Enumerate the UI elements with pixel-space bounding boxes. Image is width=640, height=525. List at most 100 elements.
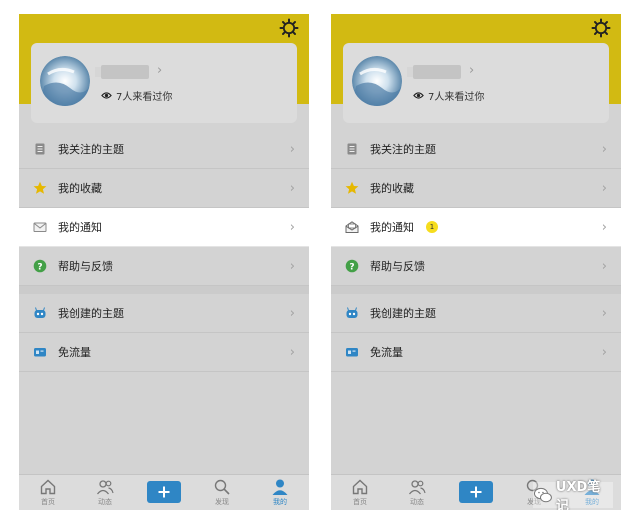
menu-item-followed-topics[interactable]: 我关注的主题 ›: [331, 130, 621, 169]
eye-icon: [101, 91, 112, 99]
create-post-button[interactable]: [459, 481, 493, 503]
sim-card-icon: [33, 345, 47, 359]
tab-home[interactable]: 首页: [28, 478, 68, 510]
star-icon: [33, 181, 47, 195]
tab-label: 首页: [41, 498, 55, 506]
people-icon: [96, 480, 114, 495]
bottom-tab-bar: 首页 动态 发现 我的: [19, 474, 309, 510]
watermark: UXD笔记: [533, 480, 613, 510]
chevron-right-icon: ›: [289, 220, 295, 235]
menu-item-favorites[interactable]: 我的收藏 ›: [331, 169, 621, 208]
menu-divider: [331, 286, 621, 294]
menu-item-label: 我创建的主题: [370, 307, 436, 320]
tab-activity[interactable]: 动态: [85, 478, 125, 510]
help-icon: ?: [33, 259, 47, 273]
user-icon: [272, 479, 288, 495]
tab-label: 首页: [353, 498, 367, 506]
chevron-right-icon: ›: [601, 181, 607, 196]
topics-icon: [345, 142, 359, 156]
profile-card[interactable]: › 7人来看过你: [343, 43, 609, 123]
menu-item-label: 帮助与反馈: [370, 260, 425, 273]
menu-item-label: 帮助与反馈: [58, 260, 113, 273]
visitors-text: 7人来看过你: [116, 91, 173, 103]
chevron-right-icon: ›: [289, 181, 295, 196]
profile-chevron-icon: ›: [157, 63, 163, 78]
visitors-text: 7人来看过你: [428, 91, 485, 103]
settings-gear-icon[interactable]: [591, 18, 611, 38]
menu-item-label: 我关注的主题: [370, 143, 436, 156]
svg-text:?: ?: [349, 262, 354, 272]
menu-item-label: 我的通知: [370, 221, 414, 234]
robot-icon: [345, 306, 359, 320]
menu-item-label: 我的收藏: [370, 182, 414, 195]
chevron-right-icon: ›: [601, 220, 607, 235]
menu-group-2: 我创建的主题 › 免流量 ›: [19, 294, 309, 372]
tab-label: 动态: [98, 498, 112, 506]
home-icon: [352, 479, 368, 495]
menu-group-1: 我关注的主题 › 我的收藏 › 我的通知 1 › ? 帮助与反馈 ›: [331, 130, 621, 286]
menu-item-label: 我的收藏: [58, 182, 102, 195]
menu-item-free-data[interactable]: 免流量 ›: [331, 333, 621, 372]
tab-label: 发现: [215, 498, 229, 506]
menu-group-2: 我创建的主题 › 免流量 ›: [331, 294, 621, 372]
menu-item-notifications[interactable]: 我的通知 1 ›: [331, 208, 621, 247]
create-post-button[interactable]: [147, 481, 181, 503]
menu-item-label: 免流量: [58, 346, 91, 359]
settings-gear-icon[interactable]: [279, 18, 299, 38]
username-blurred: [407, 65, 461, 79]
people-icon: [408, 480, 426, 495]
notification-count-badge: 1: [426, 221, 438, 233]
menu-item-help-feedback[interactable]: ? 帮助与反馈 ›: [331, 247, 621, 286]
tab-activity[interactable]: 动态: [397, 478, 437, 510]
menu-item-label: 免流量: [370, 346, 403, 359]
mail-icon: [33, 220, 47, 234]
menu-item-label: 我关注的主题: [58, 143, 124, 156]
search-icon: [214, 479, 230, 495]
menu-item-notifications[interactable]: 我的通知 ›: [19, 208, 309, 247]
chevron-right-icon: ›: [601, 259, 607, 274]
menu-item-favorites[interactable]: 我的收藏 ›: [19, 169, 309, 208]
menu-item-created-topics[interactable]: 我创建的主题 ›: [19, 294, 309, 333]
star-icon: [345, 181, 359, 195]
sim-card-icon: [345, 345, 359, 359]
avatar[interactable]: [40, 56, 90, 106]
phone-screen-before: › 7人来看过你 我关注的主题 › 我的收藏 › 我的通知 › ? 帮助与反馈 …: [19, 14, 309, 510]
envelope-open-icon: [345, 220, 359, 234]
chevron-right-icon: ›: [289, 259, 295, 274]
menu-item-label: 我创建的主题: [58, 307, 124, 320]
menu-divider: [19, 286, 309, 294]
avatar[interactable]: [352, 56, 402, 106]
home-icon: [40, 479, 56, 495]
chevron-right-icon: ›: [289, 142, 295, 157]
chevron-right-icon: ›: [601, 306, 607, 321]
visitors-row[interactable]: 7人来看过你: [413, 88, 485, 103]
help-icon: ?: [345, 259, 359, 273]
topics-icon: [33, 142, 47, 156]
tab-label: 我的: [273, 498, 287, 506]
menu-group-1: 我关注的主题 › 我的收藏 › 我的通知 › ? 帮助与反馈 ›: [19, 130, 309, 286]
chevron-right-icon: ›: [601, 345, 607, 360]
chevron-right-icon: ›: [601, 142, 607, 157]
visitors-row[interactable]: 7人来看过你: [101, 88, 173, 103]
tab-home[interactable]: 首页: [340, 478, 380, 510]
menu-item-label: 我的通知: [58, 221, 102, 234]
eye-icon: [413, 91, 424, 99]
chevron-right-icon: ›: [289, 345, 295, 360]
svg-text:?: ?: [37, 262, 42, 272]
menu-item-help-feedback[interactable]: ? 帮助与反馈 ›: [19, 247, 309, 286]
menu-item-followed-topics[interactable]: 我关注的主题 ›: [19, 130, 309, 169]
phone-screen-after: › 7人来看过你 我关注的主题 › 我的收藏 › 我的通知 1 › ? 帮助与反…: [331, 14, 621, 510]
profile-chevron-icon: ›: [469, 63, 475, 78]
tab-mine[interactable]: 我的: [260, 478, 300, 510]
tab-label: 动态: [410, 498, 424, 506]
watermark-text: UXD笔记: [555, 480, 601, 510]
menu-item-created-topics[interactable]: 我创建的主题 ›: [331, 294, 621, 333]
tab-discover[interactable]: 发现: [202, 478, 242, 510]
robot-icon: [33, 306, 47, 320]
plus-icon: [158, 486, 170, 498]
plus-icon: [470, 486, 482, 498]
menu-item-free-data[interactable]: 免流量 ›: [19, 333, 309, 372]
profile-card[interactable]: › 7人来看过你: [31, 43, 297, 123]
chevron-right-icon: ›: [289, 306, 295, 321]
wechat-icon: [533, 487, 552, 503]
